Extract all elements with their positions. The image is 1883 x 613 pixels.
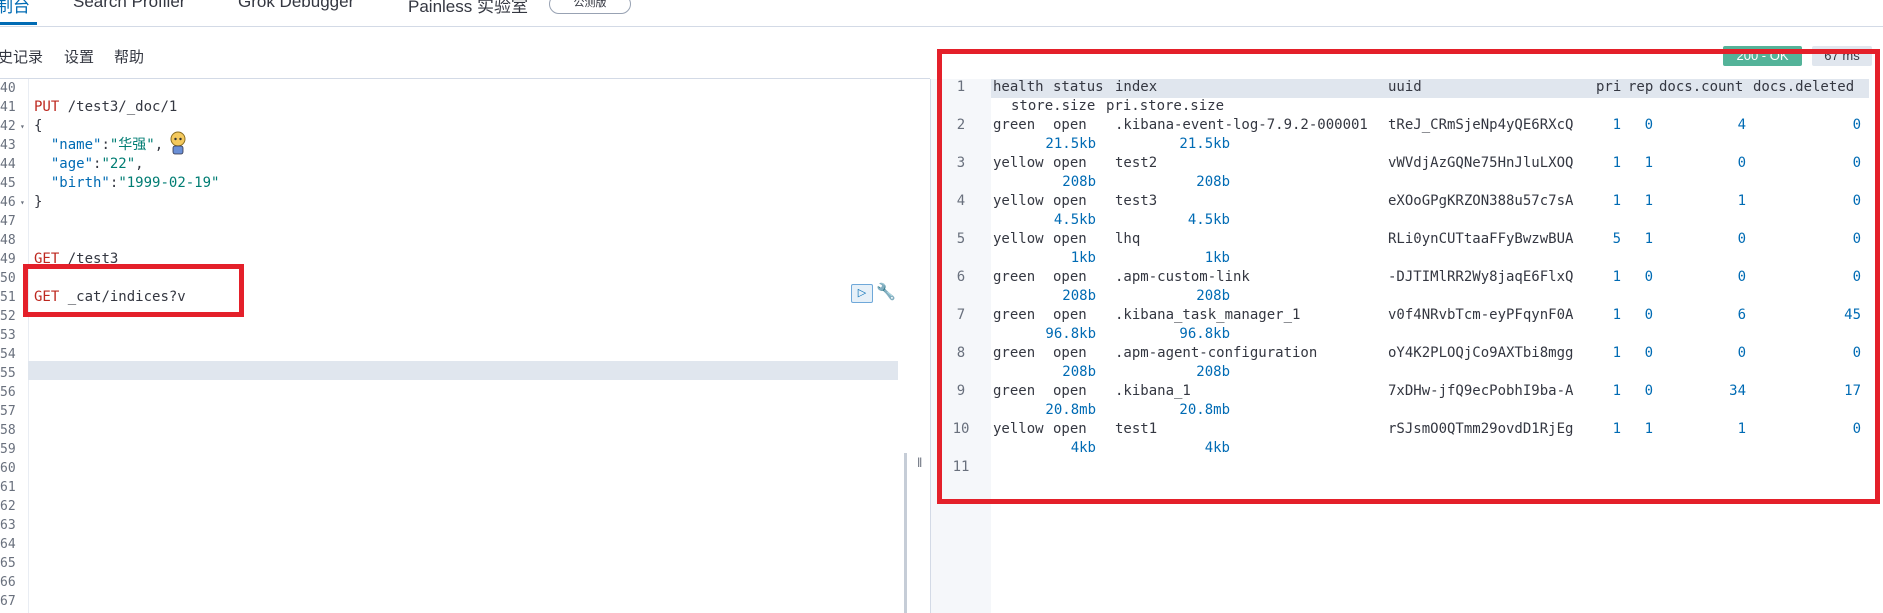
annotation-box-response	[937, 49, 1880, 504]
editor-line[interactable]: 60	[0, 459, 930, 478]
line-number: 65	[0, 556, 16, 571]
fold-toggle-icon[interactable]: ▾	[20, 117, 25, 136]
line-number: 50	[0, 271, 16, 286]
line-number: 51	[0, 290, 16, 305]
code-text: "age":"22",	[34, 155, 144, 174]
editor-line[interactable]: 64	[0, 535, 930, 554]
line-number: 45	[0, 176, 16, 191]
line-number: 48	[0, 233, 16, 248]
editor-line[interactable]: 53	[0, 326, 930, 345]
json-key: "age"	[50, 156, 94, 172]
editor-line[interactable]: 65	[0, 554, 930, 573]
editor-line[interactable]: 63	[0, 516, 930, 535]
line-number: 57	[0, 404, 16, 419]
annotation-box-request	[23, 264, 244, 317]
line-number: 52	[0, 309, 16, 324]
json-comma: ,	[135, 156, 144, 172]
tab-search-profiler[interactable]: Search Profiler	[73, 0, 185, 12]
code-text: }	[34, 193, 42, 212]
editor-line[interactable]: 59	[0, 440, 930, 459]
line-number: 60	[0, 461, 16, 476]
active-tab-underline	[0, 22, 37, 25]
request-editor[interactable]: 40 41 PUT /test3/_doc/1 42 ▾ {43 "name":"华强",…	[0, 79, 930, 613]
help-link[interactable]: 帮助	[114, 46, 144, 67]
line-number: 42	[0, 119, 16, 134]
beta-badge: 公测版	[549, 0, 631, 14]
drag-handle-icon[interactable]: ‖	[917, 455, 922, 470]
editor-line[interactable]: 46 ▾}	[0, 193, 930, 212]
line-number: 63	[0, 518, 16, 533]
tab-console[interactable]: 制台	[0, 0, 30, 17]
json-string: "华强"	[109, 137, 155, 153]
editor-line[interactable]: 43 "name":"华强",	[0, 136, 930, 155]
line-number: 46	[0, 195, 16, 210]
line-number: 59	[0, 442, 16, 457]
code-text: PUT /test3/_doc/1	[34, 98, 177, 117]
http-method: PUT	[34, 99, 60, 115]
editor-line[interactable]: 41 PUT /test3/_doc/1	[0, 98, 930, 117]
editor-scrollbar[interactable]	[904, 453, 907, 613]
line-number: 53	[0, 328, 16, 343]
code-text: "name":"华强",	[34, 136, 163, 155]
editor-line[interactable]: 42 ▾ {	[0, 117, 930, 136]
line-number: 67	[0, 594, 16, 609]
line-number: 61	[0, 480, 16, 495]
play-icon[interactable]: ▷	[851, 284, 873, 303]
code-plain: {	[34, 118, 43, 134]
json-colon: :	[101, 137, 110, 153]
line-number: 41	[0, 100, 16, 115]
json-key: "name"	[50, 137, 102, 153]
code-text: "birth":"1999-02-19"	[34, 174, 220, 193]
code-plain: }	[34, 194, 43, 210]
request-path: /test3/_doc/1	[59, 99, 178, 115]
line-number: 49	[0, 252, 16, 267]
line-number: 54	[0, 347, 16, 362]
editor-line[interactable]: 61	[0, 478, 930, 497]
wrench-icon[interactable]: 🔧	[876, 282, 896, 302]
editor-line[interactable]: 62	[0, 497, 930, 516]
editor-line[interactable]: 66	[0, 573, 930, 592]
editor-line[interactable]: 54	[0, 345, 930, 364]
json-comma: ,	[154, 137, 164, 153]
editor-line[interactable]: 47	[0, 212, 930, 231]
line-number: 62	[0, 499, 16, 514]
editor-line[interactable]: 40	[0, 79, 930, 98]
line-number: 66	[0, 575, 16, 590]
json-string: "1999-02-19"	[118, 175, 220, 191]
line-number: 58	[0, 423, 16, 438]
json-string: "22"	[101, 156, 136, 172]
line-number: 56	[0, 385, 16, 400]
editor-line[interactable]: 48	[0, 231, 930, 250]
code-text: {	[34, 117, 42, 136]
history-link[interactable]: 史记录	[0, 46, 43, 67]
line-number: 64	[0, 537, 16, 552]
json-key: "birth"	[50, 175, 110, 191]
top-tab-bar: 制台 Search Profiler Grok Debugger Painles…	[0, 0, 1883, 27]
line-number: 55	[0, 366, 16, 381]
line-number: 47	[0, 214, 16, 229]
tab-painless-lab[interactable]: Painless 实验室	[408, 0, 528, 17]
editor-line[interactable]: 56	[0, 383, 930, 402]
line-number: 43	[0, 138, 16, 153]
editor-line[interactable]: 58	[0, 421, 930, 440]
line-number: 40	[0, 81, 16, 96]
fold-toggle-icon[interactable]: ▾	[20, 193, 25, 212]
line-number: 44	[0, 157, 16, 172]
editor-line[interactable]: 57	[0, 402, 930, 421]
editor-line[interactable]: 67	[0, 592, 930, 611]
settings-link[interactable]: 设置	[64, 46, 94, 67]
anime-sticker-icon	[170, 131, 186, 155]
editor-line[interactable]: 45 "birth":"1999-02-19"	[0, 174, 930, 193]
editor-line[interactable]: 55	[0, 364, 930, 383]
tab-grok-debugger[interactable]: Grok Debugger	[238, 0, 354, 12]
editor-line[interactable]: 44 "age":"22",	[0, 155, 930, 174]
